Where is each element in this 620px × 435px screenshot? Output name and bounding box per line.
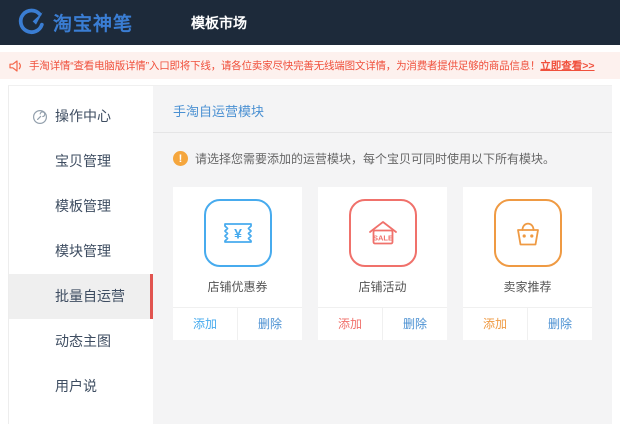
sidebar-item-label: 宝贝管理 — [55, 153, 111, 169]
tip-row: ! 请选择您需要添加的运营模块，每个宝贝可同时使用以下所有模块。 — [173, 150, 592, 167]
sidebar-item-label: 操作中心 — [55, 108, 111, 124]
svg-text:¥: ¥ — [234, 226, 242, 242]
module-card-label: 卖家推荐 — [463, 278, 592, 295]
coupon-icon: ¥ — [204, 199, 272, 267]
shopping-bag-icon — [494, 199, 562, 267]
sidebar-item-dynamic-main-image[interactable]: 动态主图 — [9, 319, 153, 364]
sidebar-item-item-management[interactable]: 宝贝管理 — [9, 139, 153, 184]
operation-center-icon — [32, 109, 48, 125]
module-card-label: 店铺活动 — [318, 278, 447, 295]
announcement-bar: 手淘详情“查看电脑版详情”入口即将下线，请各位卖家尽快完善无线端图文详情，为消费… — [0, 52, 620, 79]
main-panel: 手淘自运营模块 ! 请选择您需要添加的运营模块，每个宝贝可同时使用以下所有模块。… — [153, 86, 612, 424]
brand-name: 淘宝神笔 — [53, 9, 133, 36]
exclamation-icon: ! — [173, 151, 188, 166]
app-header: 淘宝神笔 模板市场 — [0, 0, 620, 45]
sidebar-item-label: 模块管理 — [55, 243, 111, 259]
svg-text:SALE: SALE — [372, 234, 392, 243]
sidebar-item-label: 批量自运营 — [55, 288, 125, 304]
app-window: 淘宝神笔 模板市场 手淘详情“查看电脑版详情”入口即将下线，请各位卖家尽快完善无… — [0, 0, 620, 435]
speaker-icon — [8, 58, 24, 74]
module-card-recommend: 卖家推荐 添加 删除 — [463, 187, 592, 340]
delete-button[interactable]: 删除 — [382, 308, 447, 340]
add-button[interactable]: 添加 — [463, 308, 527, 340]
add-button[interactable]: 添加 — [318, 308, 382, 340]
content-area: 操作中心 宝贝管理 模板管理 模块管理 批量自运营 动态主图 用户说 手淘自运 — [8, 85, 612, 424]
sidebar-item-label: 模板管理 — [55, 198, 111, 214]
sale-sign-icon: SALE — [349, 199, 417, 267]
announcement-view-now-link[interactable]: 立即查看>> — [540, 58, 594, 73]
sidebar-item-label: 用户说 — [55, 378, 97, 394]
sidebar-item-template-management[interactable]: 模板管理 — [9, 184, 153, 229]
module-card-coupon: ¥ 店铺优惠券 添加 删除 — [173, 187, 302, 340]
module-card-label: 店铺优惠券 — [173, 278, 302, 295]
sidebar-item-user-says[interactable]: 用户说 — [9, 364, 153, 409]
module-card-activity: SALE 店铺活动 添加 删除 — [318, 187, 447, 340]
sidebar-item-module-management[interactable]: 模块管理 — [9, 229, 153, 274]
nav-template-market[interactable]: 模板市场 — [191, 13, 247, 33]
pen-logo-icon — [16, 8, 46, 38]
sidebar-item-batch-self-operation[interactable]: 批量自运营 — [9, 274, 153, 319]
delete-button[interactable]: 删除 — [237, 308, 302, 340]
brand-logo[interactable]: 淘宝神笔 — [16, 8, 133, 38]
sidebar: 操作中心 宝贝管理 模板管理 模块管理 批量自运营 动态主图 用户说 — [9, 86, 153, 424]
sidebar-item-operation-center[interactable]: 操作中心 — [9, 94, 153, 139]
add-button[interactable]: 添加 — [173, 308, 237, 340]
tip-text: 请选择您需要添加的运营模块，每个宝贝可同时使用以下所有模块。 — [195, 150, 555, 167]
card-footer: 添加 删除 — [318, 307, 447, 340]
card-footer: 添加 删除 — [463, 307, 592, 340]
page-title: 手淘自运营模块 — [153, 86, 612, 133]
card-footer: 添加 删除 — [173, 307, 302, 340]
module-cards: ¥ 店铺优惠券 添加 删除 SALE — [173, 187, 592, 340]
announcement-text: 手淘详情“查看电脑版详情”入口即将下线，请各位卖家尽快完善无线端图文详情，为消费… — [29, 58, 540, 73]
sidebar-item-label: 动态主图 — [55, 333, 111, 349]
delete-button[interactable]: 删除 — [527, 308, 592, 340]
